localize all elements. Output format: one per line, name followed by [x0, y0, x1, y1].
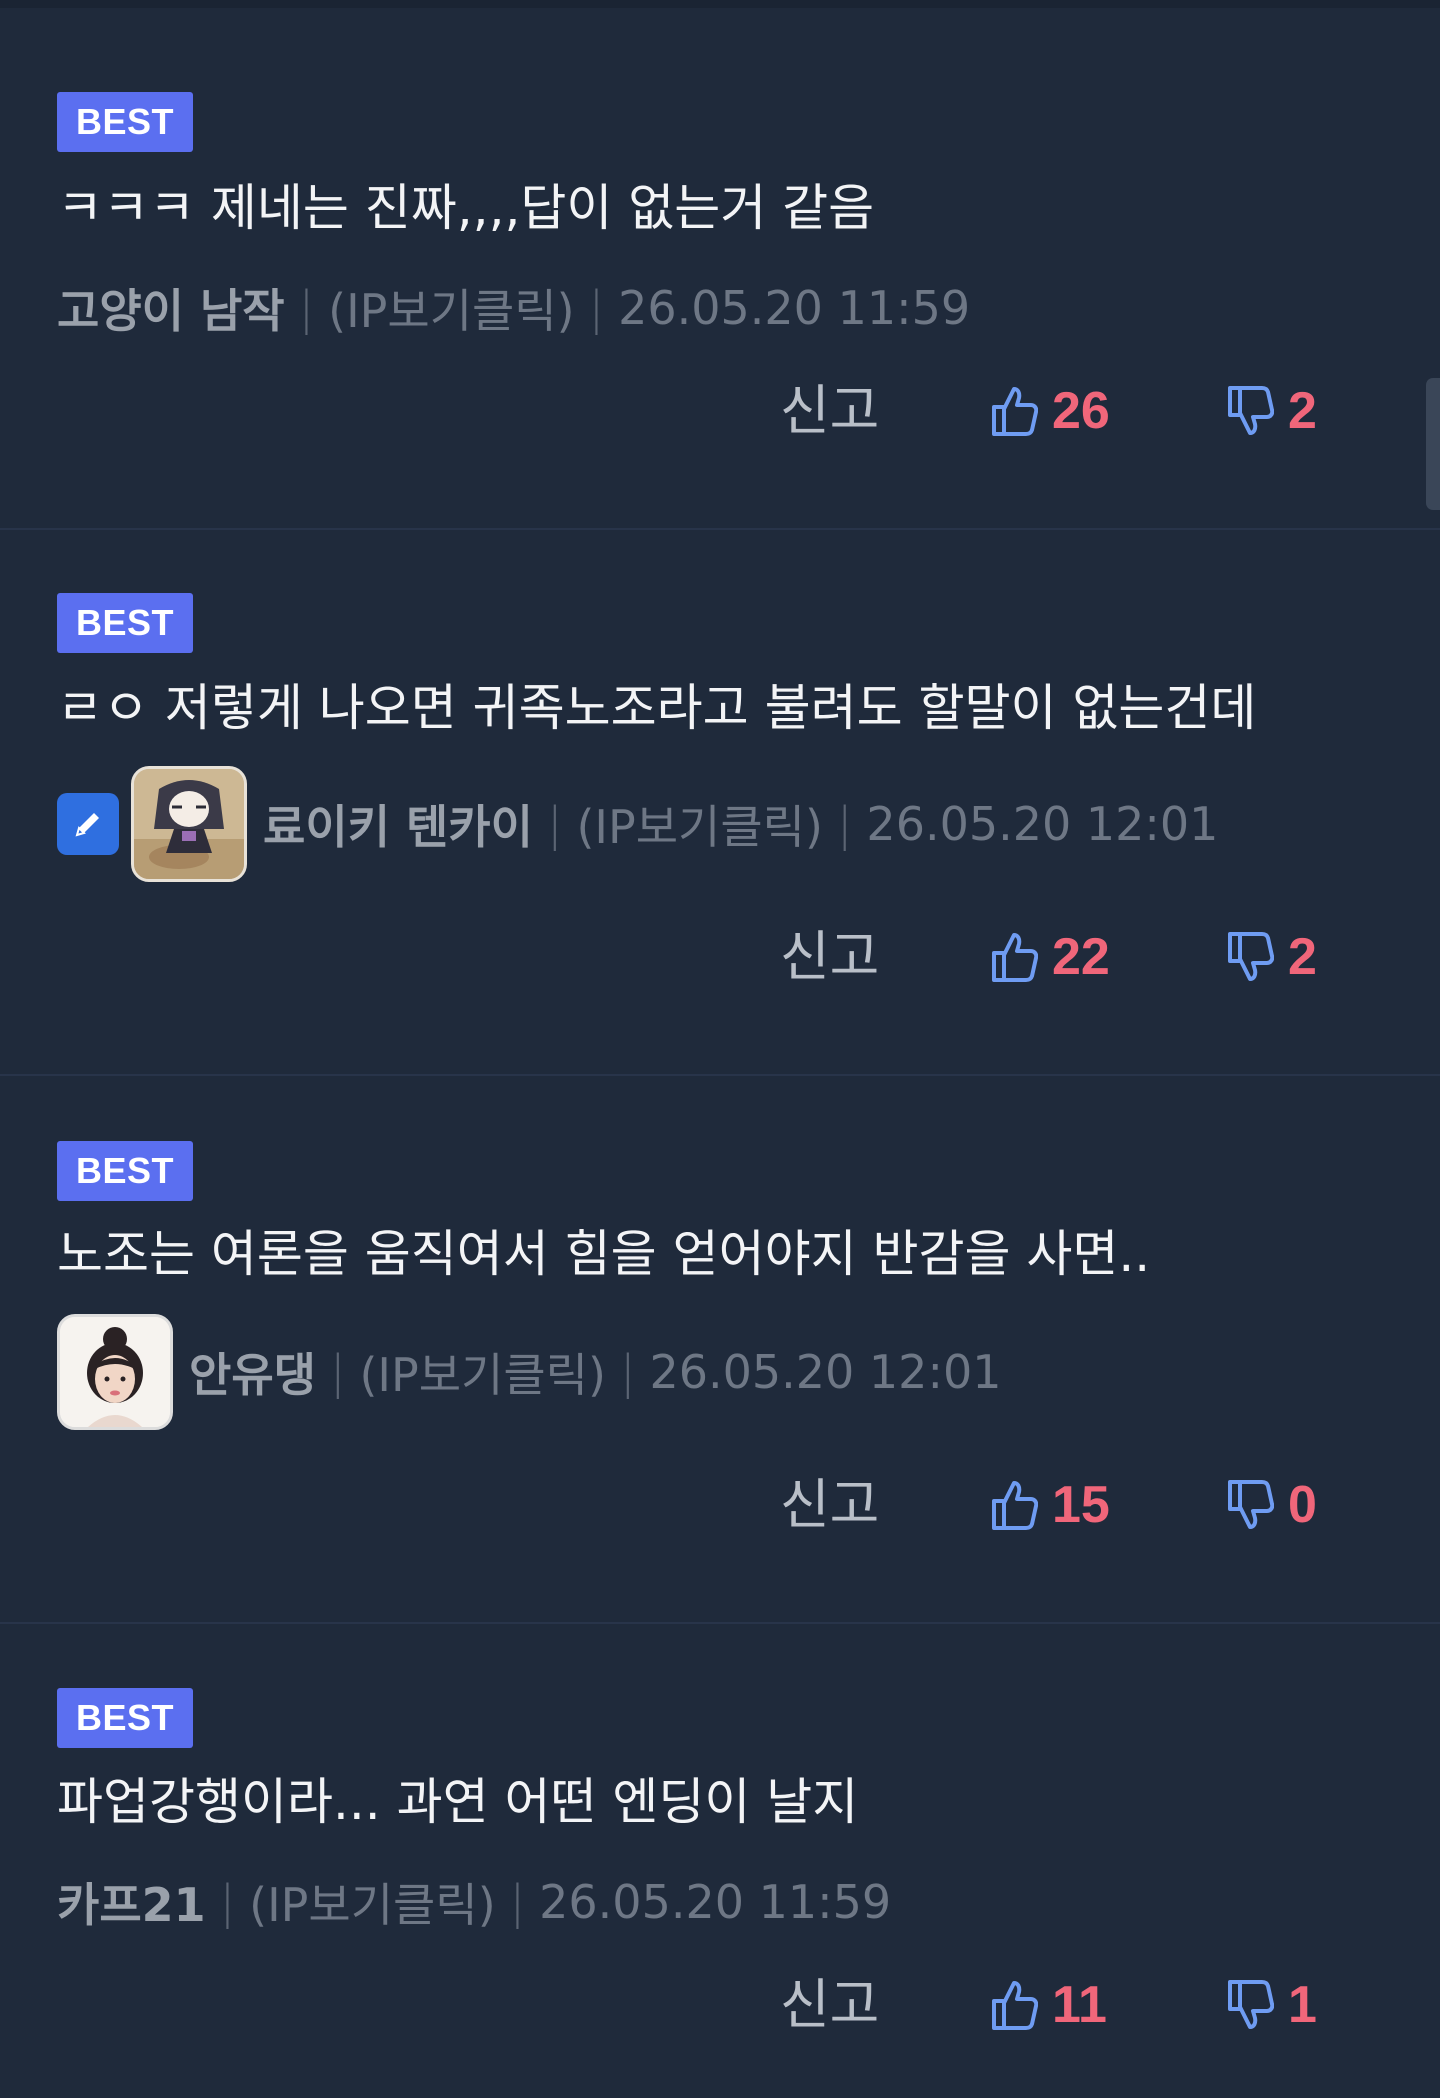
report-button[interactable]: 신고 — [780, 376, 879, 446]
meta-separator: | — [588, 281, 605, 335]
author-name[interactable]: 료이키 텐카이 — [263, 791, 533, 857]
ip-view-link[interactable]: (IP보기클릭) — [576, 791, 822, 857]
comment-text: ㅋㅋㅋ 제네는 진짜,,,,답이 없는거 같음 — [57, 179, 875, 237]
thumbs-down-icon — [1226, 1479, 1274, 1531]
dislike-count: 2 — [1288, 928, 1317, 986]
like-count: 26 — [1052, 382, 1110, 440]
report-button[interactable]: 신고 — [780, 1470, 879, 1540]
like-button[interactable]: 15 — [990, 1470, 1110, 1540]
author-name[interactable]: 고양이 남작 — [57, 275, 285, 341]
meta-separator: | — [298, 281, 315, 335]
thumbs-up-icon — [990, 385, 1038, 437]
ip-view-link[interactable]: (IP보기클릭) — [249, 1869, 495, 1935]
top-edge — [0, 0, 1440, 8]
thumbs-up-icon — [990, 1979, 1038, 2031]
comment-text: 파업강행이라... 과연 어떤 엔딩이 날지 — [57, 1773, 859, 1831]
comment-divider — [0, 1074, 1440, 1076]
best-badge: BEST — [57, 92, 193, 152]
dislike-button[interactable]: 2 — [1226, 376, 1317, 446]
avatar[interactable] — [57, 1314, 173, 1430]
comment-actions: 신고 26 2 — [0, 376, 1440, 446]
comment-meta: 고양이 남작 | (IP보기클릭) | 26.05.20 11:59 — [57, 248, 970, 368]
comment-date: 26.05.20 12:01 — [649, 1345, 1002, 1399]
like-button[interactable]: 22 — [990, 922, 1110, 992]
best-badge: BEST — [57, 1141, 193, 1201]
author-name[interactable]: 카프21 — [57, 1869, 206, 1935]
thumbs-up-icon — [990, 931, 1038, 983]
pencil-icon — [57, 793, 119, 855]
dislike-button[interactable]: 2 — [1226, 922, 1317, 992]
comment-actions: 신고 15 0 — [0, 1470, 1440, 1540]
dislike-count: 0 — [1288, 1476, 1317, 1534]
comment-date: 26.05.20 11:59 — [618, 281, 971, 335]
like-button[interactable]: 11 — [990, 1970, 1107, 2040]
report-button[interactable]: 신고 — [780, 922, 879, 992]
best-badge: BEST — [57, 1688, 193, 1748]
like-button[interactable]: 26 — [990, 376, 1110, 446]
meta-separator: | — [509, 1875, 526, 1929]
thumbs-down-icon — [1226, 931, 1274, 983]
ip-view-link[interactable]: (IP보기클릭) — [328, 275, 574, 341]
thumbs-up-icon — [990, 1479, 1038, 1531]
comment-date: 26.05.20 12:01 — [866, 797, 1219, 851]
like-count: 22 — [1052, 928, 1110, 986]
dislike-button[interactable]: 1 — [1226, 1970, 1317, 2040]
comment-divider — [0, 1622, 1440, 1624]
ip-view-link[interactable]: (IP보기클릭) — [359, 1339, 605, 1405]
dislike-count: 2 — [1288, 382, 1317, 440]
author-name[interactable]: 안유댕 — [189, 1339, 316, 1405]
report-button[interactable]: 신고 — [780, 1970, 879, 2040]
dislike-button[interactable]: 0 — [1226, 1470, 1317, 1540]
meta-separator: | — [219, 1875, 236, 1929]
thumbs-down-icon — [1226, 1979, 1274, 2031]
comment-date: 26.05.20 11:59 — [539, 1875, 892, 1929]
comment-divider — [0, 528, 1440, 530]
comment-meta: 료이키 텐카이 | (IP보기클릭) | 26.05.20 12:01 — [57, 764, 1218, 884]
like-count: 11 — [1052, 1976, 1107, 2034]
comment-text: 노조는 여론을 움직여서 힘을 얻어야지 반감을 사면.. — [57, 1225, 1151, 1283]
comment-actions: 신고 22 2 — [0, 922, 1440, 992]
comment-text: ㄹㅇ 저렇게 나오면 귀족노조라고 불려도 할말이 없는건데 — [57, 679, 1257, 737]
avatar[interactable] — [131, 766, 247, 882]
thumbs-down-icon — [1226, 385, 1274, 437]
like-count: 15 — [1052, 1476, 1110, 1534]
comment-meta: 안유댕 | (IP보기클릭) | 26.05.20 12:01 — [57, 1312, 1001, 1432]
meta-separator: | — [546, 797, 563, 851]
comment-actions: 신고 11 1 — [0, 1970, 1440, 2040]
meta-separator: | — [619, 1345, 636, 1399]
meta-separator: | — [329, 1345, 346, 1399]
meta-separator: | — [836, 797, 853, 851]
best-badge: BEST — [57, 593, 193, 653]
comment-meta: 카프21 | (IP보기클릭) | 26.05.20 11:59 — [57, 1842, 891, 1962]
dislike-count: 1 — [1288, 1976, 1317, 2034]
